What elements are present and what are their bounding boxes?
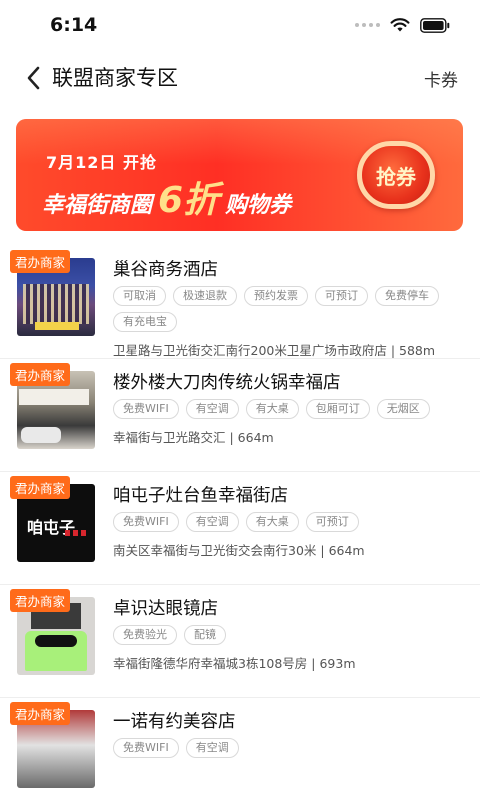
- merchant-badge: 君办商家: [10, 363, 71, 386]
- merchant-tags: 免费WIFI 有空调: [113, 738, 458, 758]
- status-time: 6:14: [50, 14, 98, 36]
- merchant-tag: 免费WIFI: [113, 738, 179, 758]
- chevron-left-icon: [27, 66, 40, 90]
- merchant-tag: 有大桌: [245, 399, 299, 419]
- merchant-tag: 可预订: [305, 512, 359, 532]
- merchant-item[interactable]: 咱屯子 君办商家 咱屯子灶台鱼幸福街店 免费WIFI 有空调 有大桌 可预订 南…: [0, 472, 480, 585]
- merchant-address: 幸福街隆德华府幸福城3栋108号房 | 693m: [113, 656, 356, 671]
- merchant-tag: 预约发票: [244, 286, 308, 306]
- merchant-tag: 免费WIFI: [113, 399, 179, 419]
- merchant-item[interactable]: 君办商家 楼外楼大刀肉传统火锅幸福店 免费WIFI 有空调 有大桌 包厢可订 无…: [0, 359, 480, 472]
- merchant-badge: 君办商家: [10, 250, 71, 273]
- status-bar: 6:14: [0, 0, 480, 52]
- merchant-tag: 极速退款: [173, 286, 237, 306]
- merchant-tag: 免费WIFI: [113, 512, 179, 532]
- merchant-tags: 免费WIFI 有空调 有大桌 包厢可订 无烟区: [113, 399, 458, 419]
- merchant-item[interactable]: 君办商家 卓识达眼镜店 免费验光 配镜 幸福街隆德华府幸福城3栋108号房 | …: [0, 585, 480, 698]
- merchant-tag: 包厢可订: [305, 399, 370, 419]
- merchant-list: 君办商家 巢谷商务酒店 可取消 极速退款 预约发票 可预订 免费停车 有充电宝 …: [0, 246, 480, 788]
- merchant-tag: 有空调: [185, 738, 239, 758]
- coupons-link[interactable]: 卡券: [424, 66, 458, 91]
- back-button[interactable]: [20, 64, 46, 92]
- merchant-tag: 配镜: [184, 625, 226, 645]
- merchant-badge: 君办商家: [10, 589, 71, 612]
- page-title: 联盟商家专区: [52, 66, 178, 90]
- status-icons: [355, 17, 450, 33]
- merchant-name: 咱屯子灶台鱼幸福街店: [113, 486, 288, 506]
- merchant-badge: 君办商家: [10, 702, 71, 725]
- merchant-tag: 有大桌: [245, 512, 299, 532]
- wifi-icon: [390, 18, 410, 32]
- merchant-tag: 有空调: [185, 399, 239, 419]
- merchant-tag: 可取消: [113, 286, 166, 306]
- merchant-tag: 可预订: [315, 286, 368, 306]
- merchant-address: 南关区幸福街与卫光街交会南行30米 | 664m: [113, 543, 365, 558]
- nav-bar: 联盟商家专区 卡券: [0, 52, 480, 104]
- merchant-tags: 免费WIFI 有空调 有大桌 可预订: [113, 512, 458, 532]
- banner-discount: 6折: [158, 180, 220, 221]
- merchant-name: 楼外楼大刀肉传统火锅幸福店: [113, 373, 341, 393]
- merchant-name: 卓识达眼镜店: [113, 599, 218, 619]
- merchant-item[interactable]: 君办商家 一诺有约美容店 免费WIFI 有空调: [0, 698, 480, 788]
- merchant-address: 卫星路与卫光街交汇南行200米卫星广场市政府店 | 588m: [113, 343, 436, 358]
- merchant-tag: 免费停车: [375, 286, 439, 306]
- promo-banner[interactable]: 7月12日 开抢 幸福街商圈 6折 购物券 抢券: [16, 119, 463, 231]
- banner-headline: 幸福街商圈 6折 购物券: [42, 171, 291, 223]
- merchant-name: 一诺有约美容店: [113, 712, 236, 732]
- grab-coupon-button[interactable]: 抢券: [357, 141, 435, 209]
- merchant-name: 巢谷商务酒店: [113, 260, 218, 280]
- merchant-badge: 君办商家: [10, 476, 71, 499]
- merchant-address: 幸福街与卫光路交汇 | 664m: [113, 430, 274, 445]
- merchant-tags: 可取消 极速退款 预约发票 可预订 免费停车 有充电宝: [113, 286, 458, 332]
- merchant-tag: 有空调: [185, 512, 239, 532]
- banner-headline-suffix: 购物券: [225, 193, 292, 218]
- merchant-tags: 免费验光 配镜: [113, 625, 458, 645]
- cellular-signal-icon: [355, 23, 380, 27]
- battery-icon: [420, 17, 450, 33]
- merchant-tag: 免费验光: [113, 625, 177, 645]
- merchant-item[interactable]: 君办商家 巢谷商务酒店 可取消 极速退款 预约发票 可预订 免费停车 有充电宝 …: [0, 246, 480, 359]
- banner-headline-prefix: 幸福街商圈: [42, 193, 153, 218]
- banner-date: 7月12日 开抢: [46, 153, 157, 172]
- merchant-tag: 无烟区: [376, 399, 430, 419]
- merchant-tag: 有充电宝: [113, 312, 177, 332]
